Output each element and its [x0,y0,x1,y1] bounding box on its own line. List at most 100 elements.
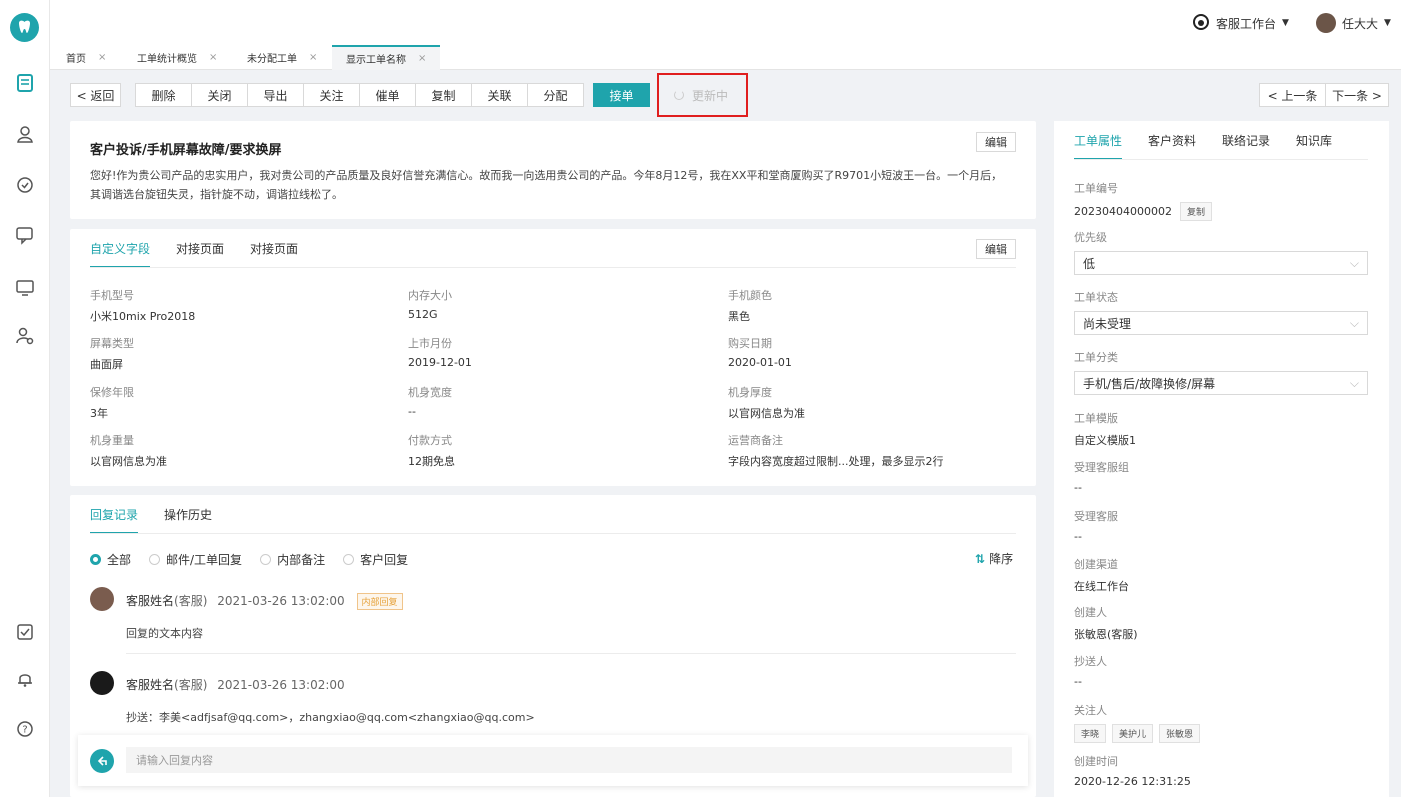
tab-operation-history[interactable]: 操作历史 [164,506,212,523]
field-payment: 付款方式 12期免息 [408,432,455,469]
field-value: 3年 [90,407,108,420]
tab-label: 首页 [66,54,86,65]
fields-card: 自定义字段 对接页面 对接页面 编辑 手机型号 小米10mix Pro2018 内… [70,229,1036,486]
field-value: 小米10mix Pro2018 [90,310,196,323]
follow-button[interactable]: 关注 [303,83,360,107]
ticket-list-icon[interactable] [14,72,36,94]
user-name: 任大大 [1342,16,1379,31]
filter-label: 内部备注 [277,553,326,567]
status-select[interactable]: 尚未受理 ⌵ [1074,311,1368,335]
tab-ticket-stats[interactable]: 工单统计概览 × [123,45,231,70]
contacts-icon[interactable] [14,123,36,145]
tab-integration-page[interactable]: 对接页面 [176,240,224,257]
tab-reply-records[interactable]: 回复记录 [90,506,139,534]
field-label: 购买日期 [728,337,772,350]
filter-internal[interactable]: 内部备注 [260,551,325,568]
filter-all[interactable]: 全部 [90,551,131,568]
avatar [90,671,114,695]
select-value: 手机/售后/故障换修/屏幕 [1083,376,1216,391]
help-icon[interactable]: ? [14,718,36,740]
prev-button[interactable]: < 上一条 [1259,83,1326,107]
priority-select[interactable]: 低 ⌵ [1074,251,1368,275]
field-label: 优先级 [1074,231,1107,244]
dashboard-icon[interactable] [14,174,36,196]
field-label: 工单分类 [1074,351,1118,364]
category-field: 工单分类 手机/售后/故障换修/屏幕 ⌵ [1074,349,1368,395]
sort-toggle[interactable]: ⇅ 降序 [975,550,1013,567]
filter-customer[interactable]: 客户回复 [343,551,408,568]
copy-ticket-number-button[interactable]: 复制 [1179,202,1212,221]
close-icon[interactable]: × [309,52,317,63]
back-button[interactable]: < 返回 [70,83,121,107]
divider [90,267,1016,268]
field-label: 创建渠道 [1074,558,1118,571]
workspace-switcher[interactable]: 客服工作台 ▼ [1192,13,1289,33]
copy-button[interactable]: 复制 [415,83,472,107]
reply-author: 客服姓名 [126,678,175,692]
followers-field: 关注人 李晓 美护儿 张敏恩 [1074,702,1206,743]
field-label: 内存大小 [408,289,452,302]
tab-ticket-attributes[interactable]: 工单属性 [1074,132,1123,160]
reply-arrow-icon[interactable] [90,749,114,773]
field-value: 以官网信息为准 [728,407,805,420]
task-check-icon[interactable] [14,621,36,643]
tab-unassigned[interactable]: 未分配工单 × [233,45,331,70]
close-icon[interactable]: × [98,52,106,63]
edit-ticket-button[interactable]: 编辑 [976,132,1016,152]
field-label: 机身宽度 [408,386,452,399]
left-nav: ? [0,0,50,797]
field-label: 创建人 [1074,606,1107,619]
sidebar-tabs: 工单属性 客户资料 联络记录 知识库 [1074,121,1332,160]
filter-label: 客户回复 [360,553,409,567]
next-button[interactable]: 下一条 > [1325,83,1389,107]
tab-ticket-detail[interactable]: 显示工单名称 × [332,45,441,70]
monitor-icon[interactable] [14,277,36,299]
link-button[interactable]: 关联 [471,83,528,107]
group-field: 受理客服组 -- [1074,459,1129,494]
tab-home[interactable]: 首页 × [52,45,120,70]
urge-button[interactable]: 催单 [359,83,416,107]
tab-integration-page[interactable]: 对接页面 [250,240,298,257]
tab-customer-info[interactable]: 客户资料 [1148,132,1196,149]
radio-icon [149,554,161,565]
field-label: 关注人 [1074,704,1107,717]
user-avatar [1316,13,1336,33]
field-weight: 机身重量 以官网信息为准 [90,432,167,469]
close-ticket-button[interactable]: 关闭 [191,83,248,107]
follower-chip: 李晓 [1074,724,1107,743]
field-value: 2020-01-01 [728,356,792,369]
followers-list: 李晓 美护儿 张敏恩 [1074,724,1206,743]
field-width: 机身宽度 -- [408,384,452,418]
channel-field: 创建渠道 在线工作台 [1074,556,1129,594]
field-screen-type: 屏幕类型 曲面屏 [90,335,134,372]
edit-fields-button[interactable]: 编辑 [976,239,1016,259]
chat-icon[interactable] [14,224,36,246]
headset-icon [1192,13,1210,34]
ticket-title: 客户投诉/手机屏幕故障/要求换屏 [90,143,282,158]
app-logo[interactable] [10,13,39,42]
bell-icon[interactable] [14,668,36,690]
category-select[interactable]: 手机/售后/故障换修/屏幕 ⌵ [1074,371,1368,395]
tab-contact-history[interactable]: 联络记录 [1222,132,1270,149]
tab-knowledge-base[interactable]: 知识库 [1296,132,1332,149]
reply-input[interactable]: 请输入回复内容 [126,747,1012,773]
workspace-label: 客服工作台 [1216,16,1277,31]
close-icon[interactable]: × [209,52,217,63]
reply-header: 客服姓名(客服) 2021-03-26 13:02:00 [126,676,345,693]
filter-email[interactable]: 邮件/工单回复 [149,551,242,568]
select-value: 尚未受理 [1083,316,1132,331]
follower-chip: 美护儿 [1112,724,1154,743]
user-settings-icon[interactable] [14,325,36,347]
close-icon[interactable]: × [418,53,426,64]
user-menu[interactable]: 任大大 ▼ [1316,13,1391,33]
tab-label: 工单统计概览 [137,54,197,65]
delete-button[interactable]: 删除 [135,83,192,107]
export-button[interactable]: 导出 [247,83,304,107]
divider [126,653,1016,654]
assign-button[interactable]: 分配 [527,83,584,107]
updating-button: 更新中 [661,83,741,107]
creator-field: 创建人 张敏恩(客服) [1074,604,1138,642]
accept-button[interactable]: 接单 [593,83,650,107]
tab-custom-fields[interactable]: 自定义字段 [90,240,151,268]
divider [90,533,1016,534]
